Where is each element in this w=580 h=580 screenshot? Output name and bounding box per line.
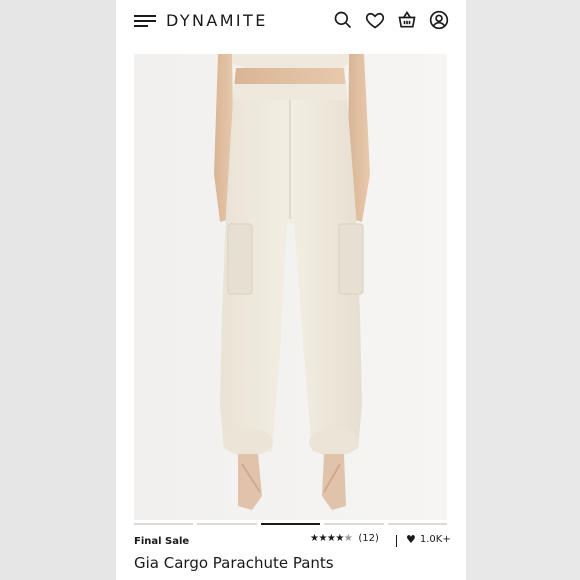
- product-meta-row: Final Sale ★★★★★ (12) ♥ 1.0K+: [134, 533, 454, 549]
- carousel-dot[interactable]: [387, 523, 448, 525]
- heart-icon: ♥: [406, 533, 416, 546]
- header-actions: [332, 9, 450, 31]
- carousel-dot[interactable]: [324, 523, 384, 525]
- search-icon[interactable]: [332, 9, 354, 31]
- menu-icon[interactable]: [134, 12, 156, 30]
- star-rating-icon: ★★★★★: [310, 533, 353, 544]
- site-header: DYNAMITE: [116, 0, 466, 46]
- basket-icon[interactable]: [396, 9, 418, 31]
- carousel-dot[interactable]: [134, 523, 194, 525]
- divider: [396, 535, 397, 547]
- carousel-dot[interactable]: [197, 523, 257, 525]
- brand-logo[interactable]: DYNAMITE: [166, 11, 268, 30]
- rating-count: (12): [358, 533, 379, 544]
- likes-count: 1.0K+: [419, 534, 451, 545]
- product-title: Gia Cargo Parachute Pants: [134, 554, 334, 572]
- product-rating[interactable]: ★★★★★ (12): [310, 533, 379, 544]
- left-backdrop: [0, 0, 116, 580]
- image-carousel-indicator[interactable]: [134, 523, 448, 526]
- heart-icon[interactable]: [364, 9, 386, 31]
- product-image[interactable]: [134, 54, 447, 520]
- product-page: DYNAMITE Final Sale ★★★★★ (12) ♥ 1.0K+ G…: [116, 0, 466, 580]
- right-backdrop: [466, 0, 580, 580]
- likes[interactable]: ♥ 1.0K+: [406, 533, 451, 546]
- user-icon[interactable]: [428, 9, 450, 31]
- final-sale-badge: Final Sale: [134, 535, 190, 547]
- carousel-dot-active[interactable]: [260, 523, 321, 525]
